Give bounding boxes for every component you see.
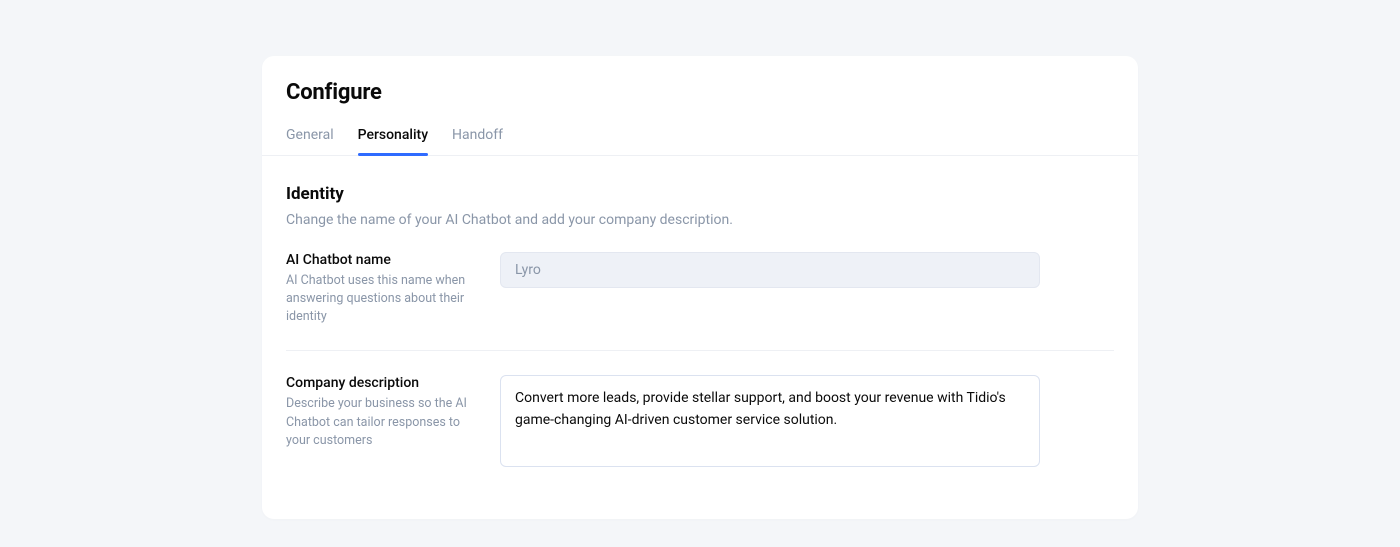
tab-personality[interactable]: Personality xyxy=(358,127,428,155)
identity-title: Identity xyxy=(286,184,1114,204)
configure-card: Configure General Personality Handoff Id… xyxy=(262,56,1138,519)
company-description-row: Company description Describe your busine… xyxy=(286,375,1114,495)
chatbot-name-input[interactable] xyxy=(500,252,1040,288)
company-description-textarea[interactable] xyxy=(500,375,1040,467)
chatbot-name-label: AI Chatbot name xyxy=(286,252,476,268)
card-header: Configure General Personality Handoff xyxy=(262,80,1138,156)
tab-general[interactable]: General xyxy=(286,127,334,155)
company-description-label: Company description xyxy=(286,375,476,391)
company-description-help: Describe your business so the AI Chatbot… xyxy=(286,395,476,449)
chatbot-name-label-col: AI Chatbot name AI Chatbot uses this nam… xyxy=(286,252,476,326)
chatbot-name-row: AI Chatbot name AI Chatbot uses this nam… xyxy=(286,252,1114,351)
company-description-input-col xyxy=(500,375,1114,471)
identity-description: Change the name of your AI Chatbot and a… xyxy=(286,212,1114,228)
chatbot-name-input-col xyxy=(500,252,1114,288)
chatbot-name-help: AI Chatbot uses this name when answering… xyxy=(286,272,476,326)
page-title: Configure xyxy=(286,80,1114,105)
identity-section: Identity Change the name of your AI Chat… xyxy=(262,156,1138,495)
tab-handoff[interactable]: Handoff xyxy=(452,127,503,155)
tabs: General Personality Handoff xyxy=(262,127,1138,156)
company-description-label-col: Company description Describe your busine… xyxy=(286,375,476,449)
